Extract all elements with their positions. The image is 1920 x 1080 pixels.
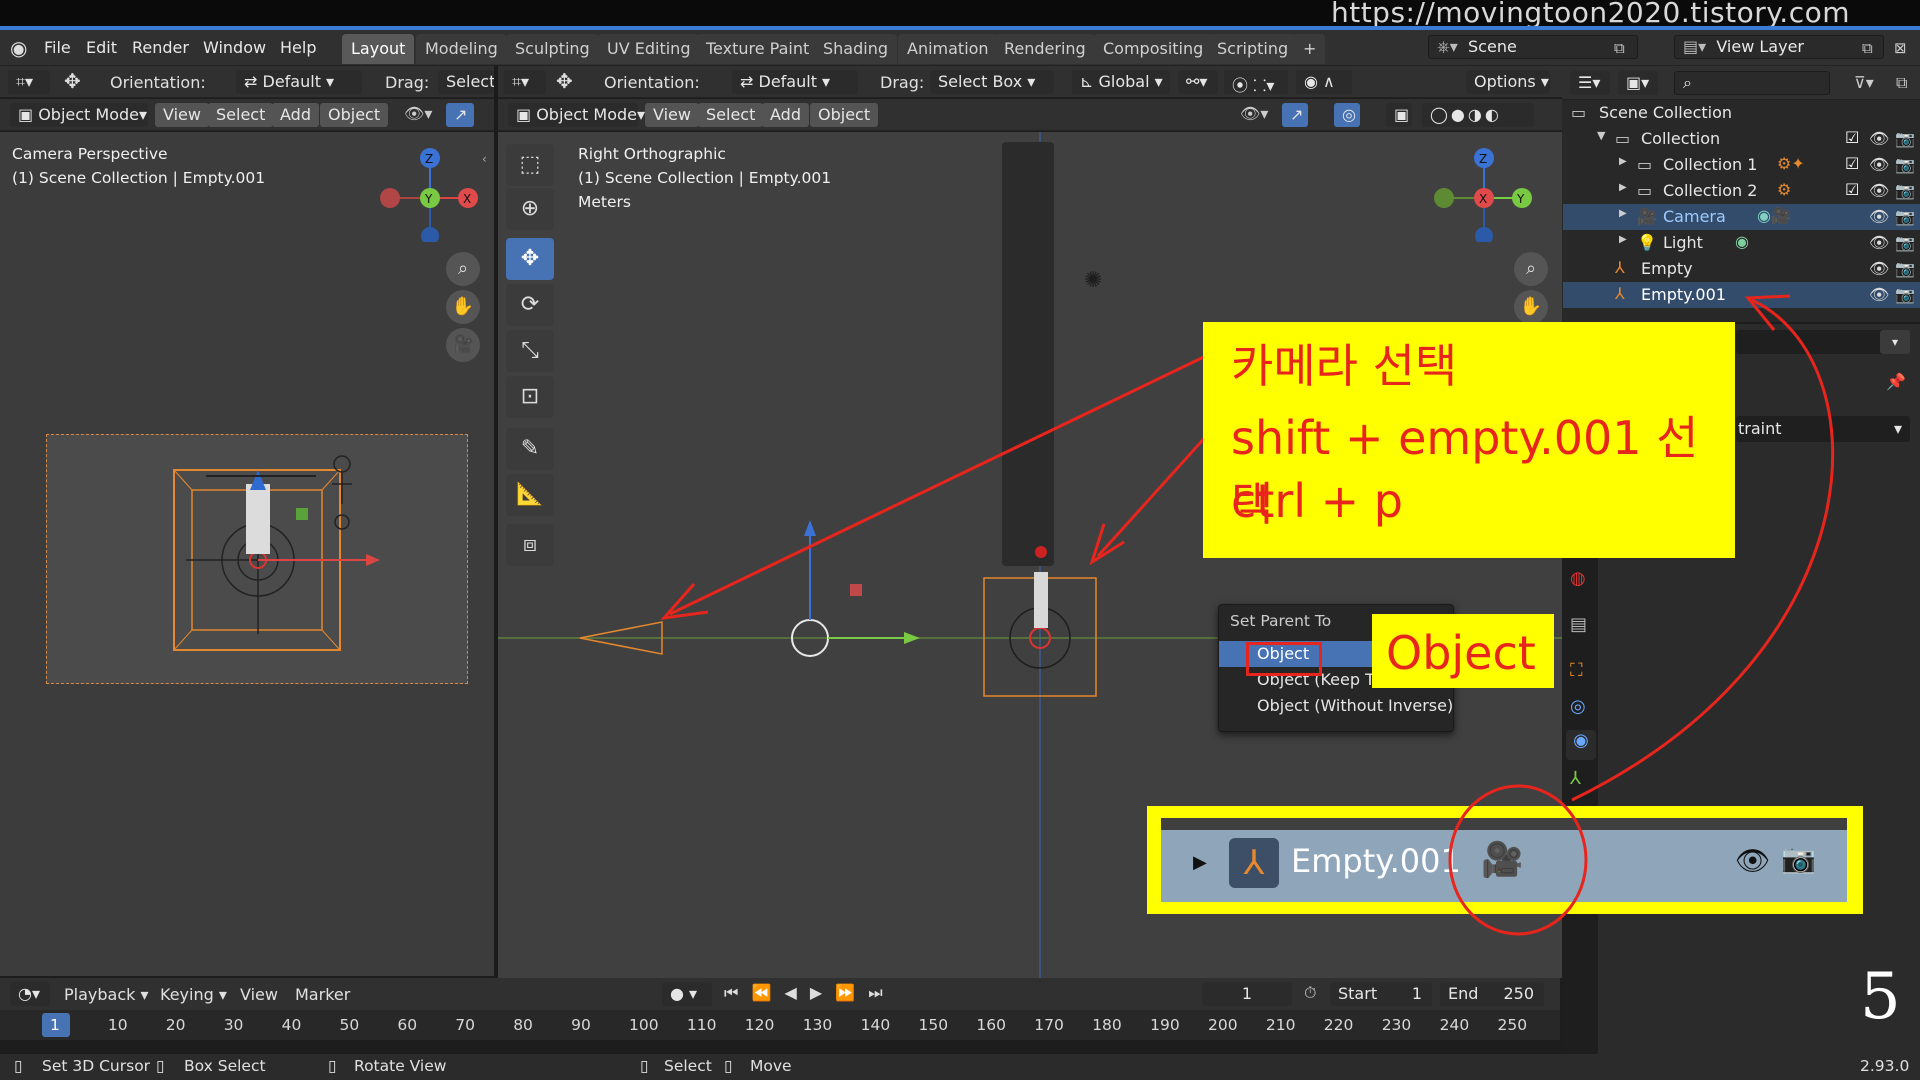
timeline-tick: 50 — [339, 1016, 360, 1034]
status-rotate-view: Rotate View — [354, 1057, 447, 1075]
auto-keying-button[interactable]: ● ▾ — [662, 982, 712, 1006]
mouse-drag-icon: ▯ — [156, 1057, 165, 1075]
timeline-tick: 200 — [1208, 1016, 1238, 1034]
timeline-tick: 180 — [1092, 1016, 1122, 1034]
end-frame-field[interactable]: End 250 — [1440, 982, 1544, 1006]
version-label: 2.93.0 — [1860, 1057, 1910, 1075]
status-move: Move — [750, 1057, 792, 1075]
step-number: 5 — [1860, 960, 1901, 1034]
timeline-tick: 40 — [281, 1016, 302, 1034]
timeline-tick: 30 — [223, 1016, 244, 1034]
timeline-menu-marker[interactable]: Marker — [295, 985, 350, 1004]
timeline-tick: 150 — [918, 1016, 949, 1034]
timeline-tick: 220 — [1323, 1016, 1354, 1034]
timeline-tick: 160 — [976, 1016, 1006, 1034]
timeline-tick: 230 — [1381, 1016, 1412, 1034]
mouse-left-icon: ▯ — [14, 1057, 23, 1075]
stopwatch-icon[interactable]: ⏱ — [1304, 983, 1316, 1003]
timeline-tick: 190 — [1150, 1016, 1180, 1034]
timeline-tick: 110 — [686, 1016, 717, 1034]
timeline-menu-playback[interactable]: Playback ▾ — [64, 985, 149, 1004]
start-frame-field[interactable]: Start 1 — [1330, 982, 1432, 1006]
status-select: Select — [664, 1057, 712, 1075]
status-set-3d-cursor: Set 3D Cursor — [42, 1057, 151, 1075]
mouse-right-icon: ▯ — [724, 1057, 733, 1075]
timeline-tick: 70 — [455, 1016, 476, 1034]
timeline-tick: 90 — [571, 1016, 591, 1034]
timeline-menu-view[interactable]: View — [240, 985, 278, 1004]
mouse-left-icon-2: ▯ — [640, 1057, 649, 1075]
timeline-tick: 250 — [1497, 1016, 1528, 1034]
timeline-tick: 240 — [1439, 1016, 1470, 1034]
timeline-tick: 60 — [397, 1016, 418, 1034]
playback-controls[interactable]: ⏮ ⏪ ◀ ▶ ⏩ ⏭ — [724, 983, 887, 1003]
current-frame-field[interactable]: 1 — [1202, 982, 1292, 1006]
timeline-tick: 170 — [1034, 1016, 1064, 1034]
timeline-tick: 210 — [1265, 1016, 1296, 1034]
timeline-tick: 1 — [50, 1016, 60, 1034]
timeline-tick: 140 — [860, 1016, 891, 1034]
mouse-middle-icon: ▯ — [328, 1057, 337, 1075]
annotation-curves — [1448, 294, 1835, 936]
timeline-tick: 100 — [629, 1016, 659, 1034]
timeline-tick: 10 — [107, 1016, 128, 1034]
timeline-menu-keying[interactable]: Keying ▾ — [160, 985, 227, 1004]
status-box-select: Box Select — [184, 1057, 266, 1075]
timeline-tick: 130 — [802, 1016, 833, 1034]
timeline-editor-type-icon[interactable]: ◔▾ — [10, 982, 50, 1006]
status-bar: ▯ Set 3D Cursor ▯ Box Select ▯ Rotate Vi… — [0, 1054, 1920, 1080]
timeline-tick: 120 — [744, 1016, 775, 1034]
timeline-tick: 80 — [513, 1016, 533, 1034]
timeline-tick: 20 — [165, 1016, 186, 1034]
